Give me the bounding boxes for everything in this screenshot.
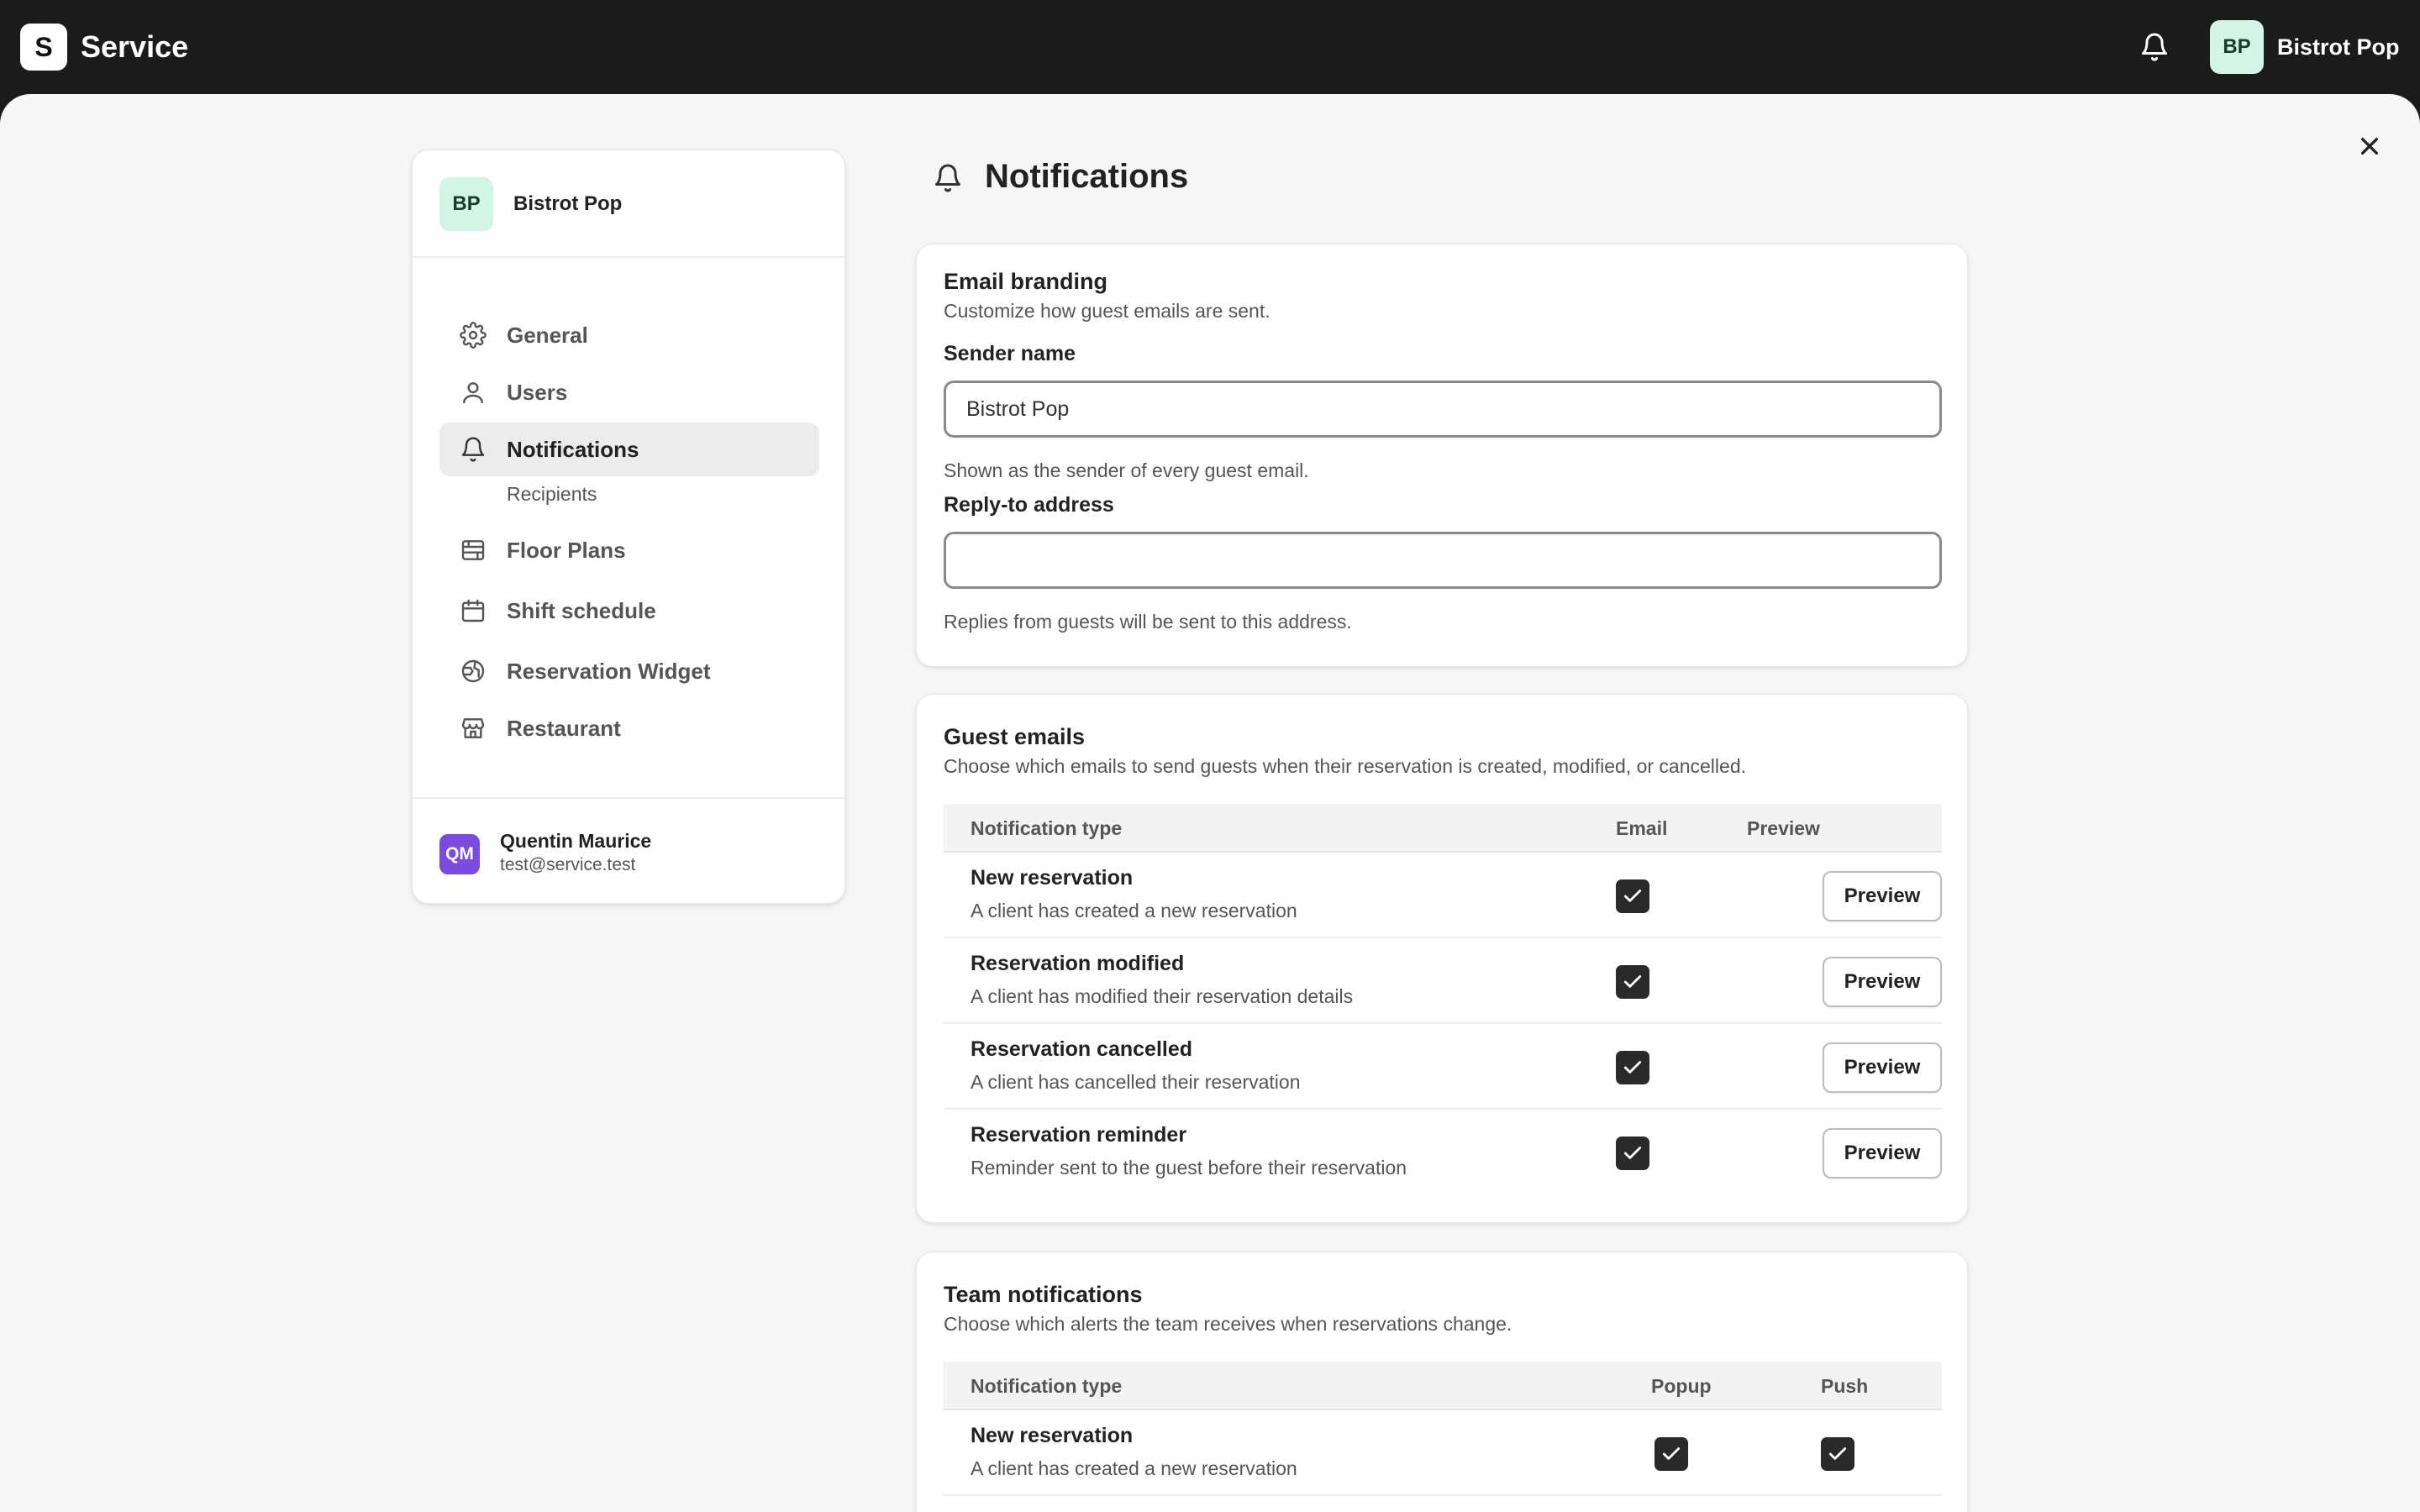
account-email: test@service.test xyxy=(500,855,636,874)
close-icon[interactable] xyxy=(2353,129,2386,163)
table-row: New reservation A client has created a n… xyxy=(944,1410,1942,1496)
column-header-popup: Popup xyxy=(1651,1375,1712,1397)
sidebar-subitem-recipients[interactable]: Recipients xyxy=(507,480,597,508)
user-avatar[interactable]: BP xyxy=(2210,20,2264,74)
card-description: Choose which alerts the team receives wh… xyxy=(944,1313,1512,1335)
row-description: A client has created a new reservation xyxy=(971,1457,1297,1479)
store-icon xyxy=(460,715,487,742)
sidebar-item-label: Reservation Widget xyxy=(507,659,711,684)
sidebar-item-label: General xyxy=(507,323,588,348)
card-description: Customize how guest emails are sent. xyxy=(944,300,1270,322)
table-header: Notification type Email Preview xyxy=(944,804,1942,853)
settings-sidebar: BP Bistrot Pop General Users Notificatio… xyxy=(412,150,846,905)
gear-icon xyxy=(460,322,487,349)
sidebar-item-label: Floor Plans xyxy=(507,538,626,563)
card-description: Choose which emails to send guests when … xyxy=(944,755,1746,777)
column-header-push: Push xyxy=(1821,1375,1869,1397)
sidebar-item-users[interactable]: Users xyxy=(439,365,819,419)
sidebar-item-floor-plans[interactable]: Floor Plans xyxy=(439,523,819,577)
push-checkbox[interactable] xyxy=(1821,1437,1854,1471)
reply-to-label: Reply-to address xyxy=(944,493,1114,517)
page-title: Notifications xyxy=(985,158,1189,195)
preview-button[interactable]: Preview xyxy=(1823,957,1942,1007)
row-description: A client has cancelled their reservation xyxy=(971,1071,1301,1093)
sidebar-item-label: Shift schedule xyxy=(507,598,656,623)
sidebar-item-notifications[interactable]: Notifications xyxy=(439,423,819,476)
sidebar-item-shift-schedule[interactable]: Shift schedule xyxy=(439,584,819,638)
guest-emails-table: Notification type Email Preview New rese… xyxy=(944,804,1942,1207)
sender-name-label: Sender name xyxy=(944,342,1076,365)
account-footer[interactable]: QM Quentin Maurice test@service.test xyxy=(413,797,846,905)
email-checkbox[interactable] xyxy=(1616,879,1649,913)
user-name[interactable]: Bistrot Pop xyxy=(2277,30,2400,64)
preview-button[interactable]: Preview xyxy=(1823,1128,1942,1179)
account-avatar: QM xyxy=(439,834,480,874)
org-header[interactable]: BP Bistrot Pop xyxy=(413,150,846,258)
guest-emails-card: Guest emails Choose which emails to send… xyxy=(916,694,1968,1223)
settings-sheet: BP Bistrot Pop General Users Notificatio… xyxy=(0,94,2420,1512)
row-title: New reservation xyxy=(971,1424,1134,1447)
account-name: Quentin Maurice xyxy=(500,830,652,852)
check-icon xyxy=(1623,1061,1642,1074)
row-description: A client has created a new reservation xyxy=(971,900,1297,921)
table-row: Reservation cancelled A client has cance… xyxy=(944,1024,1942,1110)
sidebar-item-label: Restaurant xyxy=(507,716,621,741)
floor-plan-icon xyxy=(460,537,487,564)
check-icon xyxy=(1623,1147,1642,1159)
app-title: Service xyxy=(81,29,189,64)
org-name: Bistrot Pop xyxy=(513,192,623,215)
column-header-email: Email xyxy=(1616,817,1668,839)
sidebar-item-general[interactable]: General xyxy=(439,308,819,362)
table-row: Reservation reminder Reminder sent to th… xyxy=(944,1110,1942,1195)
email-checkbox[interactable] xyxy=(1616,1051,1649,1084)
globe-icon xyxy=(460,658,487,685)
check-icon xyxy=(1623,975,1642,988)
card-title: Guest emails xyxy=(944,724,1086,749)
preview-button[interactable]: Preview xyxy=(1823,1042,1942,1093)
sender-name-hint: Shown as the sender of every guest email… xyxy=(944,459,1309,481)
table-row: New reservation A client has created a n… xyxy=(944,853,1942,938)
row-title: Reservation modified xyxy=(971,952,1185,975)
table-header: Notification type Popup Push xyxy=(944,1362,1942,1410)
sidebar-item-reservation-widget[interactable]: Reservation Widget xyxy=(439,644,819,698)
row-title: Reservation cancelled xyxy=(971,1037,1193,1061)
app-logo[interactable]: S xyxy=(20,24,67,71)
column-header-preview: Preview xyxy=(1747,817,1820,839)
sidebar-item-label: Notifications xyxy=(507,437,639,462)
org-avatar: BP xyxy=(439,177,493,231)
user-icon xyxy=(460,379,487,406)
top-bar: S Service BP Bistrot Pop xyxy=(0,0,2420,94)
calendar-icon xyxy=(460,597,487,624)
preview-button[interactable]: Preview xyxy=(1823,871,1942,921)
table-row: Reservation modified A client has modifi… xyxy=(944,938,1942,1024)
sender-name-input[interactable] xyxy=(944,381,1942,438)
check-icon xyxy=(1623,890,1642,902)
column-header-type: Notification type xyxy=(971,1375,1123,1397)
row-title: Reservation reminder xyxy=(971,1123,1187,1147)
email-branding-card: Email branding Customize how guest email… xyxy=(916,244,1968,667)
email-checkbox[interactable] xyxy=(1616,965,1649,999)
row-description: A client has modified their reservation … xyxy=(971,985,1354,1007)
check-icon xyxy=(1662,1447,1681,1460)
row-title: New reservation xyxy=(971,866,1134,890)
page-bell-icon xyxy=(933,163,963,193)
reply-to-input[interactable] xyxy=(944,532,1942,589)
notifications-bell-icon[interactable] xyxy=(2139,32,2170,62)
bell-icon xyxy=(460,436,487,463)
check-icon xyxy=(1828,1447,1847,1460)
sidebar-item-label: Users xyxy=(507,380,568,405)
popup-checkbox[interactable] xyxy=(1655,1437,1688,1471)
reply-to-hint: Replies from guests will be sent to this… xyxy=(944,611,1352,633)
sidebar-item-restaurant[interactable]: Restaurant xyxy=(439,701,819,755)
column-header-type: Notification type xyxy=(971,817,1123,839)
team-notifications-card: Team notifications Choose which alerts t… xyxy=(916,1252,1968,1512)
card-title: Email branding xyxy=(944,269,1108,294)
row-description: Reminder sent to the guest before their … xyxy=(971,1157,1407,1179)
card-title: Team notifications xyxy=(944,1282,1143,1307)
email-checkbox[interactable] xyxy=(1616,1137,1649,1170)
team-notifications-table: Notification type Popup Push New reserva… xyxy=(944,1362,1942,1512)
